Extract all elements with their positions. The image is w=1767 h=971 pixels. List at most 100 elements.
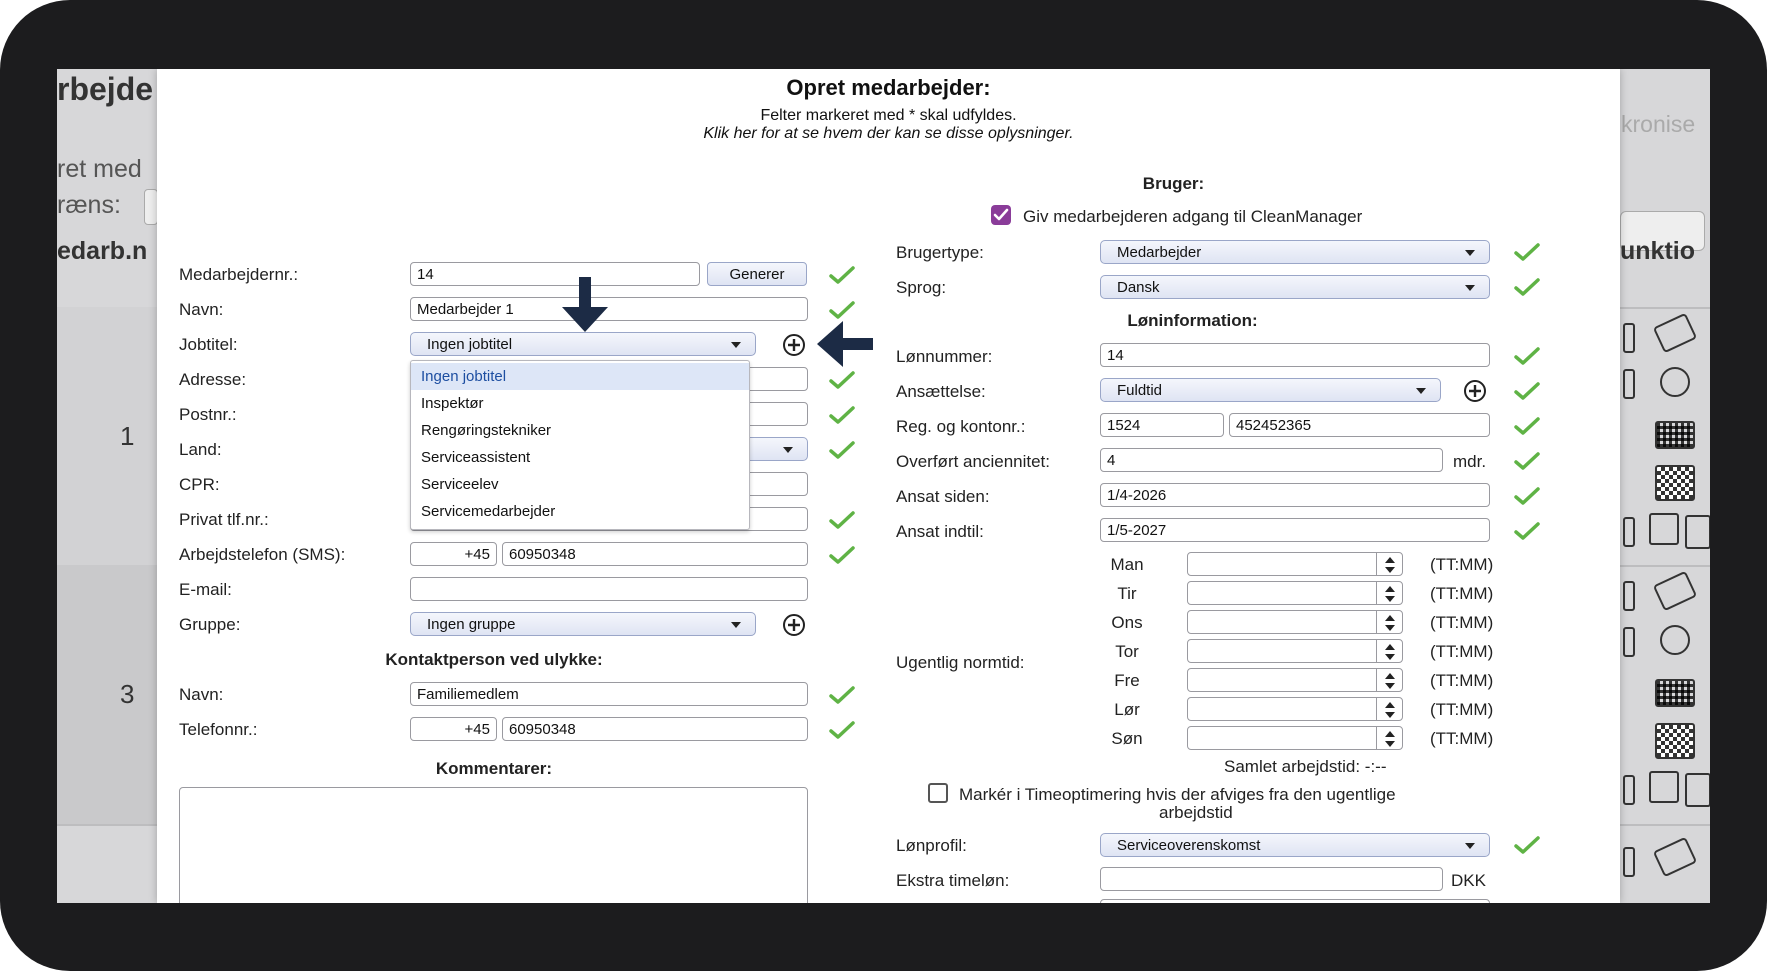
comments-textarea[interactable]	[179, 787, 808, 903]
timeopt-checkbox[interactable]	[928, 783, 948, 803]
jobtitle-option[interactable]: Servicemedarbejder	[411, 498, 749, 525]
valid-check-icon	[1514, 346, 1540, 366]
pencil-icon[interactable]	[1652, 312, 1698, 354]
time-format-hint: (TT:MM)	[1430, 584, 1494, 603]
day-label: Fre	[1114, 671, 1140, 690]
jobtitle-option[interactable]: Serviceassistent	[411, 444, 749, 471]
employee-no-input[interactable]: 14	[410, 262, 700, 286]
jobtitle-dropdown: Ingen jobtitel Inspektør Rengøringstekni…	[410, 360, 750, 530]
total-hours: Samlet arbejdstid: -:--	[1224, 757, 1387, 776]
valid-check-icon	[829, 370, 855, 390]
user-card-icon[interactable]	[1649, 771, 1679, 803]
day-time-input[interactable]	[1187, 697, 1403, 721]
jobtitle-label: Jobtitel:	[179, 335, 238, 354]
qr-code-icon[interactable]	[1655, 723, 1695, 759]
employed-since-input[interactable]: 1/4-2026	[1100, 483, 1490, 507]
edit-icon[interactable]	[1623, 847, 1635, 877]
jobtitle-option[interactable]: Ingen jobtitel	[411, 363, 749, 390]
email-input[interactable]	[410, 577, 808, 601]
jobtitle-option[interactable]: Rengøringstekniker	[411, 417, 749, 444]
day-label: Ons	[1111, 613, 1143, 632]
access-checkbox[interactable]	[991, 205, 1011, 225]
day-time-input[interactable]	[1187, 639, 1403, 663]
limit-select-fragment[interactable]	[144, 189, 158, 225]
contact-phone-input[interactable]: 60950348	[502, 717, 808, 741]
document-icon[interactable]	[1623, 627, 1635, 657]
valid-check-icon	[829, 405, 855, 425]
info-icon[interactable]	[1660, 367, 1690, 397]
day-time-input[interactable]	[1187, 668, 1403, 692]
sync-button-fragment[interactable]: kronise	[1621, 111, 1695, 138]
valid-check-icon	[1514, 521, 1540, 541]
work-phone-prefix-input[interactable]: +45	[410, 542, 497, 566]
employed-until-input[interactable]: 1/5-2027	[1100, 518, 1490, 542]
add-employment-icon[interactable]	[1463, 379, 1487, 403]
contact-name-input[interactable]: Familiemedlem	[410, 682, 808, 706]
stepper-icon[interactable]	[1376, 727, 1402, 749]
time-format-hint: (TT:MM)	[1430, 642, 1494, 661]
generate-button[interactable]: Generer	[707, 262, 807, 286]
payprofile-select[interactable]: Serviceoverenskomst	[1100, 833, 1490, 857]
qr-code-icon[interactable]	[1655, 465, 1695, 501]
page-title-fragment: rbejde	[57, 71, 154, 107]
stepper-icon[interactable]	[1376, 698, 1402, 720]
jobtitle-option[interactable]: Inspektør	[411, 390, 749, 417]
valid-check-icon	[829, 685, 855, 705]
clipboard-icon[interactable]	[1685, 773, 1710, 807]
edit-icon[interactable]	[1623, 323, 1635, 353]
document-icon[interactable]	[1623, 369, 1635, 399]
seniority-label: Overført anciennitet:	[896, 452, 1051, 471]
payprofile-label: Lønprofil:	[896, 836, 967, 855]
day-time-input[interactable]	[1187, 581, 1403, 605]
contact-phone-prefix-input[interactable]: +45	[410, 717, 497, 741]
jobtitle-select[interactable]: Ingen jobtitel	[410, 332, 756, 356]
contact-heading: Kontaktperson ved ulykke:	[385, 650, 603, 669]
valid-check-icon	[1514, 277, 1540, 297]
edit-icon[interactable]	[1623, 581, 1635, 611]
extra-pay-unit: DKK	[1451, 871, 1486, 890]
arrow-left-icon	[815, 319, 873, 369]
language-select[interactable]: Dansk	[1100, 275, 1490, 299]
stepper-icon[interactable]	[1376, 582, 1402, 604]
pencil-icon[interactable]	[1652, 836, 1698, 878]
user-card-icon[interactable]	[1649, 513, 1679, 545]
jobtitle-option[interactable]: Serviceelev	[411, 471, 749, 498]
extra-pay-input[interactable]	[1100, 867, 1443, 891]
comments-heading: Kommentarer:	[435, 759, 553, 778]
work-phone-input[interactable]: 60950348	[502, 542, 808, 566]
add-jobtitle-icon[interactable]	[782, 333, 806, 357]
clipboard-icon[interactable]	[1685, 515, 1710, 549]
reg-no-input[interactable]: 1524	[1100, 413, 1224, 437]
country-label: Land:	[179, 440, 222, 459]
stepper-icon[interactable]	[1376, 669, 1402, 691]
create-button-fragment[interactable]: ret med	[57, 155, 142, 184]
device-frame: rbejde ret med ræns: edarb.n kronise unk…	[0, 0, 1767, 971]
arrow-down-icon	[560, 277, 610, 333]
home-icon[interactable]	[1623, 517, 1635, 547]
salary-no-input[interactable]: 14	[1100, 343, 1490, 367]
info-icon[interactable]	[1660, 625, 1690, 655]
day-time-input[interactable]	[1187, 726, 1403, 750]
contact-phone-label: Telefonnr.:	[179, 720, 258, 739]
next-field-input[interactable]	[1100, 899, 1490, 903]
pencil-icon[interactable]	[1652, 570, 1698, 612]
group-select[interactable]: Ingen gruppe	[410, 612, 756, 636]
usertype-select[interactable]: Medarbejder	[1100, 240, 1490, 264]
calendar-icon[interactable]	[1655, 679, 1695, 707]
calendar-icon[interactable]	[1655, 421, 1695, 449]
employed-until-label: Ansat indtil:	[896, 522, 984, 541]
day-time-input[interactable]	[1187, 552, 1403, 576]
add-group-icon[interactable]	[782, 613, 806, 637]
employment-select[interactable]: Fuldtid	[1100, 378, 1441, 402]
stepper-icon[interactable]	[1376, 553, 1402, 575]
stepper-icon[interactable]	[1376, 611, 1402, 633]
time-format-hint: (TT:MM)	[1430, 555, 1494, 574]
stepper-icon[interactable]	[1376, 640, 1402, 662]
time-format-hint: (TT:MM)	[1430, 700, 1494, 719]
seniority-input[interactable]: 4	[1100, 448, 1443, 472]
home-icon[interactable]	[1623, 775, 1635, 805]
salary-no-label: Lønnummer:	[896, 347, 993, 366]
day-time-input[interactable]	[1187, 610, 1403, 634]
account-no-input[interactable]: 452452365	[1229, 413, 1490, 437]
visibility-link[interactable]: Klik her for at se hvem der kan se disse…	[157, 125, 1620, 143]
